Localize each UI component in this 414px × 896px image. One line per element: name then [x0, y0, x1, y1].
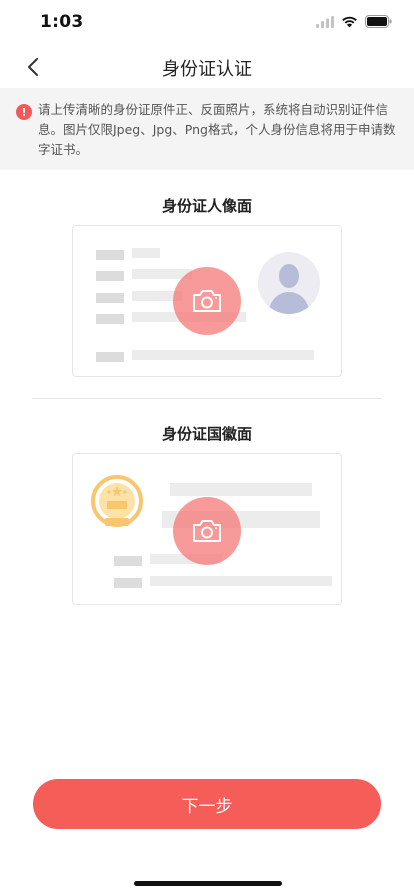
section-divider — [32, 398, 382, 399]
next-step-button[interactable]: 下一步 — [33, 779, 381, 829]
back-section-title: 身份证国徽面 — [161, 425, 252, 443]
placeholder-bar — [96, 250, 124, 260]
placeholder-bar — [96, 352, 124, 362]
camera-icon — [193, 520, 221, 542]
notice-text: 请上传清晰的身份证原件正、反面照片，系统将自动识别证件信息。图片仅限Jpeg、J… — [38, 102, 396, 157]
id-back-upload[interactable] — [72, 453, 342, 605]
placeholder-bar — [150, 576, 332, 586]
placeholder-bar — [114, 556, 142, 566]
status-time: 1:03 — [40, 12, 84, 32]
notice-banner: ! 请上传清晰的身份证原件正、反面照片，系统将自动识别证件信息。图片仅限Jpeg… — [0, 88, 414, 170]
wifi-icon — [342, 16, 357, 27]
camera-button-front[interactable] — [173, 267, 241, 335]
page-title: 身份证认证 — [162, 59, 252, 80]
placeholder-bar — [132, 350, 314, 360]
placeholder-bar — [96, 314, 124, 324]
info-icon: ! — [16, 104, 32, 120]
person-icon — [268, 264, 310, 314]
front-section-title: 身份证人像面 — [161, 197, 252, 215]
camera-icon — [193, 290, 221, 312]
placeholder-bar — [170, 483, 312, 496]
status-icons — [316, 15, 392, 28]
placeholder-bar — [96, 293, 124, 303]
avatar-placeholder — [258, 252, 320, 314]
id-front-upload[interactable] — [72, 225, 342, 377]
nav-bar: 身份证认证 — [0, 44, 414, 88]
battery-icon — [365, 15, 392, 28]
placeholder-bar — [132, 248, 160, 258]
camera-button-back[interactable] — [173, 497, 241, 565]
home-indicator — [134, 881, 282, 886]
national-emblem-icon — [91, 475, 143, 527]
signal-icon — [316, 15, 334, 28]
status-bar: 1:03 — [0, 0, 414, 44]
placeholder-bar — [114, 578, 142, 588]
placeholder-bar — [96, 271, 124, 281]
